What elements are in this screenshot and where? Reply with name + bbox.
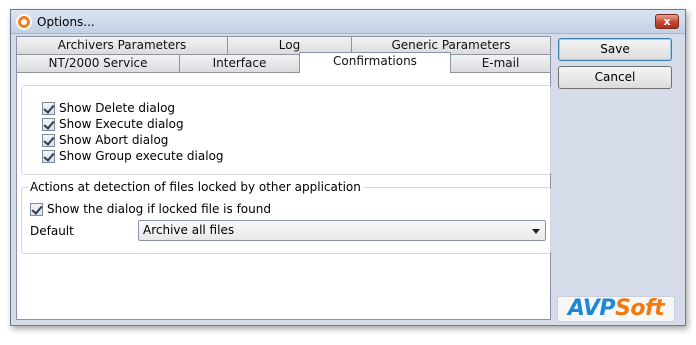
title-bar[interactable]: Options... x: [11, 10, 685, 34]
avpsoft-logo: AVPSoft: [557, 296, 675, 322]
default-action-select[interactable]: Archive all files: [138, 220, 546, 241]
default-action-value: Archive all files: [143, 223, 235, 237]
confirmation-dialogs-group: Show Delete dialog Show Execute dialog S…: [21, 85, 551, 175]
show-abort-dialog-checkbox[interactable]: [42, 133, 55, 147]
show-locked-dialog-checkbox[interactable]: [30, 202, 43, 216]
show-abort-dialog-label: Show Abort dialog: [59, 133, 169, 147]
show-group-execute-dialog-option[interactable]: Show Group execute dialog: [42, 149, 224, 163]
tab-archivers-parameters[interactable]: Archivers Parameters: [16, 36, 228, 55]
show-delete-dialog-checkbox[interactable]: [42, 101, 55, 115]
show-locked-dialog-option[interactable]: Show the dialog if locked file is found: [30, 202, 271, 216]
logo-avp: AVP: [567, 296, 616, 321]
show-delete-dialog-label: Show Delete dialog: [59, 101, 176, 115]
close-icon: x: [663, 15, 671, 28]
tab-interface[interactable]: Interface: [179, 54, 300, 73]
show-delete-dialog-option[interactable]: Show Delete dialog: [42, 101, 175, 115]
cancel-button[interactable]: Cancel: [558, 66, 672, 89]
show-execute-dialog-label: Show Execute dialog: [59, 117, 184, 131]
options-tabs: Archivers Parameters Log Generic Paramet…: [15, 35, 553, 322]
chevron-down-icon[interactable]: [532, 229, 540, 234]
show-group-execute-dialog-checkbox[interactable]: [42, 149, 55, 163]
tab-nt2000-service[interactable]: NT/2000 Service: [16, 54, 180, 73]
logo-soft: Soft: [615, 296, 665, 321]
tab-email[interactable]: E-mail: [450, 54, 551, 73]
locked-files-group: Actions at detection of files locked by …: [21, 180, 551, 254]
save-button[interactable]: Save: [558, 38, 672, 61]
window-title: Options...: [37, 15, 95, 29]
show-group-execute-dialog-label: Show Group execute dialog: [59, 149, 224, 163]
default-action-label: Default: [30, 224, 74, 238]
show-locked-dialog-label: Show the dialog if locked file is found: [47, 202, 271, 216]
confirmations-panel: Show Delete dialog Show Execute dialog S…: [16, 72, 551, 320]
show-abort-dialog-option[interactable]: Show Abort dialog: [42, 133, 168, 147]
close-button[interactable]: x: [655, 14, 679, 29]
tab-confirmations[interactable]: Confirmations: [299, 52, 451, 73]
show-execute-dialog-checkbox[interactable]: [42, 117, 55, 131]
app-icon: [16, 14, 32, 30]
show-execute-dialog-option[interactable]: Show Execute dialog: [42, 117, 184, 131]
locked-files-legend: Actions at detection of files locked by …: [28, 180, 363, 194]
options-window: Options... x Archivers Parameters Log Ge…: [10, 9, 686, 326]
